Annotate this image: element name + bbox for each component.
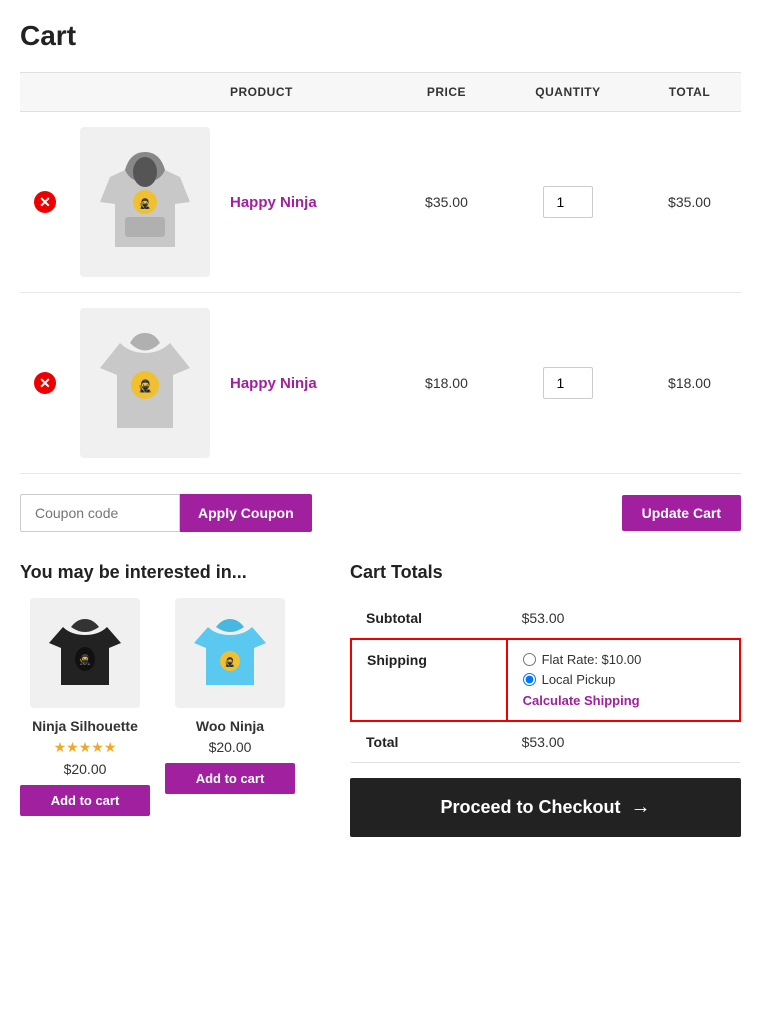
subtotal-label: Subtotal [351,598,507,639]
shipping-flat-radio[interactable] [523,653,536,666]
quantity-input[interactable] [543,186,593,218]
shipping-flat-label: Flat Rate: $10.00 [542,652,642,667]
col-header-remove [20,73,70,112]
checkout-arrow-icon: → [631,796,651,819]
product-total: $35.00 [638,112,741,293]
interested-title: You may be interested in... [20,562,320,583]
col-header-price: PRICE [395,73,498,112]
product-card-name: Ninja Silhouette [20,718,150,734]
shipping-pickup-label: Local Pickup [542,672,616,687]
subtotal-row: Subtotal $53.00 [351,598,740,639]
svg-text:🥷: 🥷 [138,379,153,393]
product-card-price: $20.00 [20,761,150,777]
product-image-hoodie: 🥷 [80,127,210,277]
page-title: Cart [20,20,741,52]
total-value: $53.00 [507,721,740,763]
product-stars: ★★★★★ [20,739,150,756]
shipping-label: Shipping [351,639,507,721]
calculate-shipping-link[interactable]: Calculate Shipping [523,693,724,708]
total-row: Total $53.00 [351,721,740,763]
shipping-option-flat: Flat Rate: $10.00 [523,652,724,667]
remove-item-button[interactable]: ✕ [34,372,56,394]
add-to-cart-button[interactable]: Add to cart [20,785,150,816]
table-row: ✕ 🥷 [20,112,741,293]
update-cart-button[interactable]: Update Cart [622,495,741,531]
product-card-image-woo-ninja: 🥷 [175,598,285,708]
remove-icon: ✕ [34,372,56,394]
col-header-product: PRODUCT [220,73,395,112]
product-card: 🥷 Woo Ninja $20.00 Add to cart [165,598,295,816]
subtotal-value: $53.00 [507,598,740,639]
svg-text:🥷: 🥷 [139,197,151,210]
product-price: $35.00 [395,112,498,293]
proceed-to-checkout-button[interactable]: Proceed to Checkout → [350,778,741,837]
bottom-section: You may be interested in... 🥷 Ninja Silh… [20,562,741,837]
coupon-left: Apply Coupon [20,494,312,532]
product-name-link[interactable]: Happy Ninja [230,375,317,392]
apply-coupon-button[interactable]: Apply Coupon [180,494,312,532]
shipping-options-cell: Flat Rate: $10.00 Local Pickup Calculate… [507,639,740,721]
product-name-link[interactable]: Happy Ninja [230,194,317,211]
col-header-total: TOTAL [638,73,741,112]
coupon-input[interactable] [20,494,180,532]
checkout-label: Proceed to Checkout [440,797,620,818]
quantity-input[interactable] [543,367,593,399]
product-card-name: Woo Ninja [165,718,295,734]
cart-totals-section: Cart Totals Subtotal $53.00 Shipping Fla… [350,562,741,837]
product-card-image-ninja-silhouette: 🥷 [30,598,140,708]
shipping-pickup-radio[interactable] [523,673,536,686]
cart-table: PRODUCT PRICE QUANTITY TOTAL ✕ [20,72,741,474]
shipping-option-pickup: Local Pickup [523,672,724,687]
col-header-image [70,73,220,112]
remove-item-button[interactable]: ✕ [34,191,56,213]
total-label: Total [351,721,507,763]
svg-text:🥷: 🥷 [224,656,235,667]
product-cards: 🥷 Ninja Silhouette ★★★★★ $20.00 Add to c… [20,598,320,816]
totals-table: Subtotal $53.00 Shipping Flat Rate: $10.… [350,598,741,763]
product-price: $18.00 [395,293,498,474]
svg-text:🥷: 🥷 [79,653,91,666]
product-card: 🥷 Ninja Silhouette ★★★★★ $20.00 Add to c… [20,598,150,816]
col-header-quantity: QUANTITY [498,73,638,112]
shipping-row: Shipping Flat Rate: $10.00 Local Pickup … [351,639,740,721]
product-card-price: $20.00 [165,739,295,755]
remove-icon: ✕ [34,191,56,213]
product-image-tshirt: 🥷 [80,308,210,458]
cart-totals-title: Cart Totals [350,562,741,583]
interested-section: You may be interested in... 🥷 Ninja Silh… [20,562,320,816]
product-total: $18.00 [638,293,741,474]
table-row: ✕ 🥷 Happy Ninja [20,293,741,474]
add-to-cart-button[interactable]: Add to cart [165,763,295,794]
coupon-row: Apply Coupon Update Cart [20,494,741,532]
